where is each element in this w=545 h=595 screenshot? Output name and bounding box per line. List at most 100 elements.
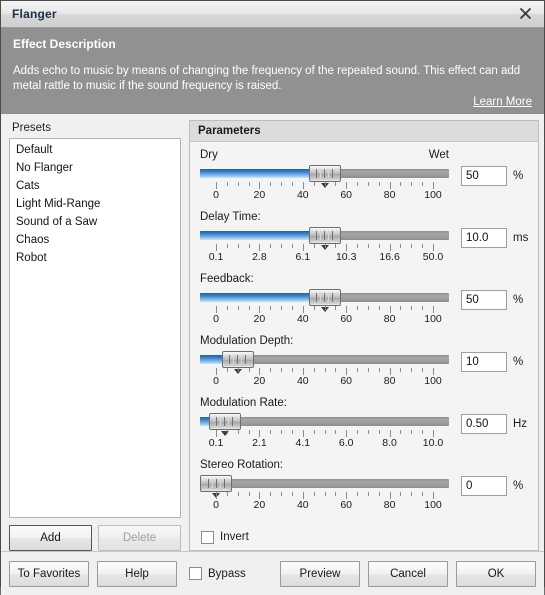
slider-tick-label: 8.0 — [382, 437, 397, 449]
slider-thumb[interactable] — [221, 351, 254, 368]
slider-thumb[interactable] — [208, 413, 241, 430]
parameter-unit: Hz — [513, 418, 528, 430]
slider-thumb-grip — [324, 293, 325, 302]
ok-button[interactable]: OK — [456, 560, 536, 587]
slider-tick-label: 20 — [253, 189, 266, 201]
parameter-slider[interactable]: 0 20 40 60 80 100 — [200, 475, 449, 512]
slider-thumb-grip — [332, 169, 333, 178]
slider-tick-label: 100 — [424, 375, 442, 387]
slider-thumb-grip — [316, 231, 317, 240]
slider-thumb[interactable] — [308, 165, 341, 182]
parameter-slider[interactable]: 0.1 2.1 4.1 6.0 8.0 10.0 — [200, 413, 449, 450]
slider-thumb-grip — [207, 479, 209, 488]
invert-row[interactable]: Invert — [190, 520, 538, 550]
slider-thumb-grip — [232, 417, 234, 426]
learn-more-link[interactable]: Learn More — [473, 96, 532, 108]
slider-tick-label: 6.0 — [338, 437, 354, 449]
bypass-row[interactable]: Bypass — [189, 567, 246, 580]
slider-tick-label: 40 — [296, 375, 309, 387]
slider-thumb-grip — [332, 231, 333, 240]
list-item[interactable]: Sound of a Saw — [10, 214, 180, 232]
slider-track[interactable] — [200, 289, 449, 312]
slider-thumb[interactable] — [200, 475, 232, 492]
window-title: Flanger — [12, 7, 57, 21]
parameter-slider[interactable]: 0 20 40 60 80 100 — [200, 165, 449, 202]
parameter-value-input[interactable]: 50 — [461, 290, 507, 310]
slider-tick-label: 10.3 — [335, 251, 357, 263]
slider-tick-label: 0 — [213, 189, 219, 201]
parameter-unit: ms — [513, 232, 529, 244]
slider-thumb-grip — [328, 169, 329, 178]
parameter-row: Delay Time: 0.1 2.8 6.1 10.3 16.6 50.0 10.0 ms — [200, 210, 528, 272]
slider-thumb-grip — [328, 231, 329, 240]
list-item[interactable]: Light Mid-Range — [10, 196, 180, 214]
slider-tick-label: 40 — [296, 499, 309, 511]
presets-list[interactable]: Default No Flanger Cats Light Mid-Range Soun… — [9, 138, 181, 518]
parameter-value-input[interactable]: 50 — [461, 166, 507, 186]
bypass-label: Bypass — [208, 567, 246, 580]
parameter-row: Modulation Rate: 0.1 2.1 4.1 6.0 8.0 10.0 0.50 H… — [200, 396, 528, 458]
dialog-body: Presets Default No Flanger Cats Light Mid-R… — [1, 114, 544, 551]
list-item[interactable]: Chaos — [10, 232, 180, 250]
list-item[interactable]: Cats — [10, 178, 180, 196]
slider-thumb[interactable] — [308, 227, 341, 244]
parameter-row: Feedback: 0 20 40 60 80 100 50% — [200, 272, 528, 334]
parameter-row: Stereo Rotation: 0 20 40 60 80 100 0% — [200, 458, 528, 520]
slider-thumb-grip — [229, 355, 231, 364]
slider-tick-label: 4.1 — [295, 437, 311, 449]
slider-track[interactable] — [200, 475, 449, 498]
list-item[interactable]: Default — [10, 142, 180, 160]
slider-track[interactable] — [200, 413, 449, 436]
slider-tick-label: 50.0 — [422, 251, 444, 263]
parameter-unit: % — [513, 170, 524, 182]
cancel-button[interactable]: Cancel — [368, 560, 448, 587]
slider-tick-labels: 0 20 40 60 80 100 — [200, 189, 449, 202]
parameter-value-input[interactable]: 10 — [461, 352, 507, 372]
slider-tick-labels: 0 20 40 60 80 100 — [200, 313, 449, 326]
parameter-value-input[interactable]: 10.0 — [461, 228, 507, 248]
invert-checkbox[interactable] — [201, 530, 214, 544]
list-item[interactable]: No Flanger — [10, 160, 180, 178]
slider-tick-labels: 0.1 2.8 6.1 10.3 16.6 50.0 — [200, 251, 449, 264]
parameter-slider[interactable]: 0.1 2.8 6.1 10.3 16.6 50.0 — [200, 227, 449, 264]
slider-tick-label: 0 — [213, 499, 219, 511]
slider-ticks — [200, 306, 449, 313]
slider-thumb-grip — [216, 417, 218, 426]
to-favorites-button[interactable]: To Favorites — [9, 560, 89, 587]
slider-track[interactable] — [200, 165, 449, 188]
add-preset-button[interactable]: Add — [9, 525, 92, 551]
list-item[interactable]: Robot — [10, 250, 180, 268]
slider-tick-label: 60 — [340, 375, 353, 387]
slider-tick-label: 60 — [340, 313, 353, 325]
parameter-value-input[interactable]: 0 — [461, 476, 507, 496]
bypass-checkbox[interactable] — [189, 567, 202, 580]
slider-thumb-grip — [211, 479, 213, 488]
parameter-slider[interactable]: 0 20 40 60 80 100 — [200, 289, 449, 326]
parameter-value-input[interactable]: 0.50 — [461, 414, 507, 434]
effect-description-heading: Effect Description — [13, 37, 116, 51]
parameter-label: Modulation Depth: — [200, 335, 294, 347]
slider-track[interactable] — [200, 351, 449, 374]
help-button[interactable]: Help — [97, 560, 177, 587]
slider-tick-label: 6.1 — [295, 251, 311, 263]
presets-column: Presets Default No Flanger Cats Light Mid-R… — [9, 120, 181, 551]
slider-tick-label: 80 — [383, 375, 396, 387]
parameter-label: Stereo Rotation: — [200, 459, 284, 471]
slider-ticks — [200, 368, 449, 375]
parameter-unit: % — [513, 480, 524, 492]
slider-tick-label: 40 — [296, 189, 309, 201]
slider-ticks — [200, 244, 449, 251]
slider-track[interactable] — [200, 227, 449, 250]
close-icon[interactable] — [512, 3, 538, 24]
slider-fill — [200, 293, 311, 302]
title-bar: Flanger — [1, 1, 544, 28]
parameter-slider[interactable]: 0 20 40 60 80 100 — [200, 351, 449, 388]
preview-button[interactable]: Preview — [280, 560, 360, 587]
slider-thumb-grip — [324, 169, 325, 178]
slider-thumb-grip — [220, 417, 222, 426]
slider-thumb-grip — [320, 293, 321, 302]
slider-thumb[interactable] — [308, 289, 341, 306]
invert-label: Invert — [220, 531, 249, 543]
slider-tick-label: 100 — [424, 189, 442, 201]
slider-tick-label: 20 — [253, 375, 266, 387]
